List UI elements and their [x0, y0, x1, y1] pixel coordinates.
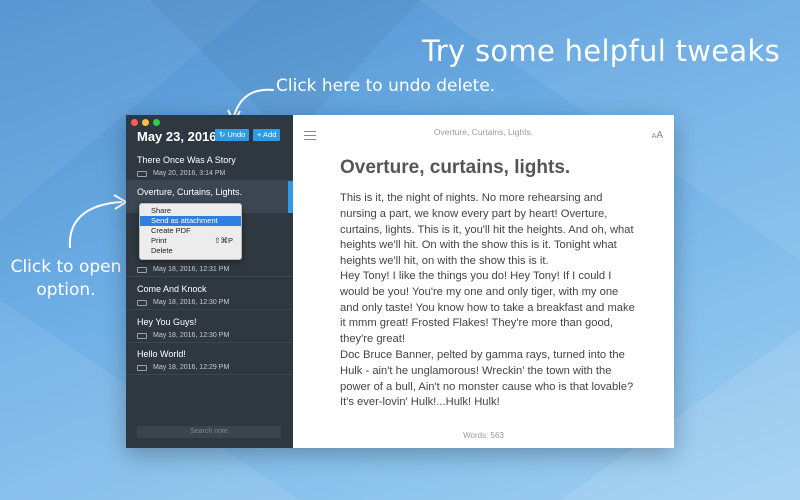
font-size-icon-large: A	[656, 130, 663, 141]
note-title: There Once Was A Story	[137, 155, 236, 165]
note-title: Overture, Curtains, Lights.	[137, 187, 243, 197]
note-date: May 18, 2016, 12:30 PM	[153, 299, 230, 306]
note-item[interactable]: Hey You Guys! May 18, 2016, 12:30 PM	[126, 311, 293, 343]
editor-header-title: Overture, Curtains, Lights.	[433, 127, 534, 137]
add-note-button[interactable]: + Add	[253, 129, 281, 141]
note-paragraph[interactable]: This is it, the night of nights. No more…	[340, 191, 640, 270]
note-date: May 20, 2016, 3:14 PM	[153, 170, 226, 177]
menu-item-delete[interactable]: Delete	[140, 246, 241, 256]
app-window: May 23, 2016 ↻ Undo + Add There Once Was…	[126, 115, 674, 448]
undo-callout: Click here to undo delete.	[276, 76, 496, 96]
word-count: Words: 563	[463, 431, 504, 440]
note-title: Hey You Guys!	[137, 317, 197, 327]
calendar-icon	[137, 364, 147, 371]
menu-item-send-as-attachment[interactable]: Send as attachment	[140, 216, 241, 226]
note-date: May 18, 2016, 12:30 PM	[153, 332, 230, 339]
open-option-callout: Click to open option.	[8, 256, 124, 302]
note-date: May 18, 2016, 12:31 PM	[153, 266, 230, 273]
note-paragraph[interactable]: Doc Bruce Banner, pelted by gamma rays, …	[340, 348, 640, 411]
menu-item-print-label: Print	[151, 236, 167, 245]
note-meta: May 18, 2016, 12:30 PM	[137, 332, 229, 339]
menu-item-share[interactable]: Share	[140, 206, 241, 216]
text-fade	[293, 411, 674, 423]
sidebar: May 23, 2016 ↻ Undo + Add There Once Was…	[126, 115, 293, 448]
calendar-icon	[137, 266, 147, 273]
undo-button[interactable]: ↻ Undo	[215, 129, 250, 141]
menu-item-create-pdf[interactable]: Create PDF	[140, 226, 241, 236]
note-meta: May 20, 2016, 3:14 PM	[137, 170, 225, 177]
note-date: May 18, 2016, 12:29 PM	[153, 364, 230, 371]
note-meta: May 18, 2016, 12:29 PM	[137, 364, 229, 371]
note-meta: May 18, 2016, 12:31 PM	[137, 266, 229, 273]
note-meta: May 18, 2016, 12:30 PM	[137, 299, 229, 306]
print-shortcut: ⇧⌘P	[214, 236, 233, 245]
editor: Overture, Curtains, Lights. AA Overture,…	[293, 115, 674, 448]
close-window-button[interactable]	[131, 119, 138, 126]
note-paragraph[interactable]: Hey Tony! I like the things you do! Hey …	[340, 269, 640, 348]
note-item[interactable]: Hello World! May 18, 2016, 12:29 PM	[126, 343, 293, 375]
note-title: Hello World!	[137, 349, 186, 359]
window-controls	[131, 119, 160, 126]
menu-item-print[interactable]: Print ⇧⌘P	[140, 236, 241, 246]
minimize-window-button[interactable]	[142, 119, 149, 126]
open-option-callout-line2: option.	[36, 280, 96, 300]
note-title-heading[interactable]: Overture, curtains, lights.	[340, 157, 570, 179]
calendar-icon	[137, 170, 147, 177]
search-note-input[interactable]: Search note	[137, 426, 281, 438]
note-item[interactable]: Come And Knock May 18, 2016, 12:30 PM	[126, 278, 293, 310]
context-menu: Share Send as attachment Create PDF Prin…	[139, 203, 242, 260]
note-title: Come And Knock	[137, 284, 207, 294]
zoom-window-button[interactable]	[153, 119, 160, 126]
headline: Try some helpful tweaks	[422, 34, 780, 68]
note-item[interactable]: There Once Was A Story May 20, 2016, 3:1…	[126, 149, 293, 181]
calendar-icon	[137, 332, 147, 339]
sidebar-date: May 23, 2016	[137, 129, 217, 144]
open-option-callout-line1: Click to open	[10, 257, 122, 277]
font-size-icon[interactable]: AA	[652, 130, 663, 141]
calendar-icon	[137, 299, 147, 306]
